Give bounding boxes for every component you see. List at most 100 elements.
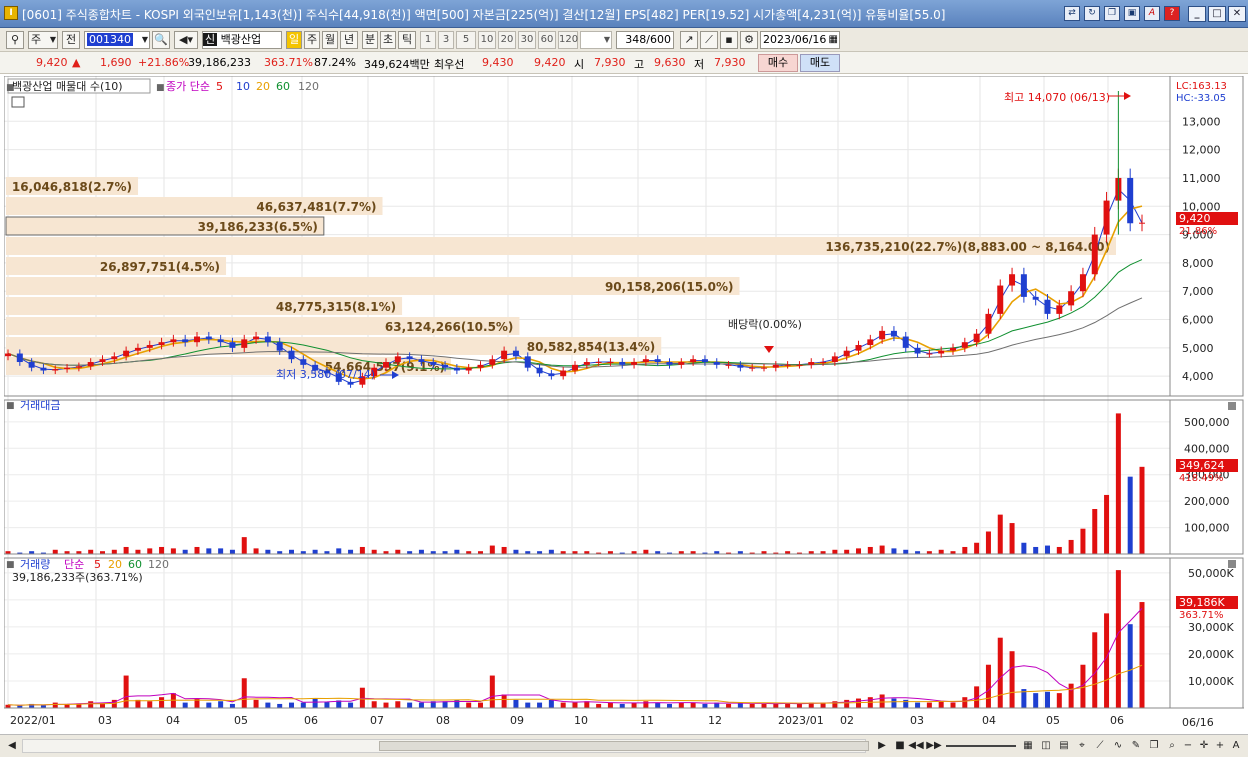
rewind-icon[interactable]: ◀◀ <box>908 738 924 754</box>
dividend-marker <box>764 346 774 353</box>
interval-60[interactable]: 60 <box>538 31 556 49</box>
play-icon[interactable]: ▶ <box>874 738 890 754</box>
calendar-icon[interactable]: ▦ <box>829 32 838 48</box>
volume-profile-label: 63,124,266(10.5%) <box>385 320 514 334</box>
candle-body <box>985 313 992 334</box>
line-tool-icon[interactable]: ⟋ <box>700 31 718 49</box>
chevron-down-icon: ▼ <box>141 35 148 44</box>
best-quote-label: 최우선 <box>434 58 465 71</box>
volume-title: 거래량 <box>20 558 50 571</box>
layout-icon[interactable]: ▤ <box>1056 738 1072 754</box>
stock-name-field[interactable]: 신 백광산업 <box>202 31 282 49</box>
close-button[interactable]: ✕ <box>1228 6 1246 22</box>
amount-bar <box>371 549 377 554</box>
candle-body <box>288 350 295 360</box>
ma-legend-60: 60 <box>276 80 290 93</box>
candle-body <box>170 339 177 343</box>
interval-30[interactable]: 30 <box>518 31 536 49</box>
candle-body <box>595 362 602 364</box>
date-field[interactable]: 2023/06/16 ▦ <box>760 31 840 49</box>
tab-tick[interactable]: 틱 <box>398 31 416 49</box>
plus-icon[interactable]: + <box>1212 738 1228 754</box>
window-icon[interactable]: ❐ <box>1146 738 1162 754</box>
period-select[interactable]: 주 ▼ <box>28 31 58 49</box>
grid-view-icon[interactable]: ▦ <box>1020 738 1036 754</box>
interval-3[interactable]: 3 <box>438 31 454 49</box>
x-axis-label: 03 <box>98 714 112 727</box>
zoom-in-icon[interactable]: ↗ <box>680 31 698 49</box>
interval-1[interactable]: 1 <box>420 31 436 49</box>
screenshot-icon[interactable]: ▣ <box>1124 6 1140 21</box>
restore-layout-icon[interactable]: ❐ <box>1104 6 1120 21</box>
stop-icon[interactable]: ■ <box>892 738 908 754</box>
volume-bar <box>513 699 519 708</box>
custom-interval-select[interactable]: ▼ <box>580 31 612 49</box>
trend-icon[interactable]: ⟋ <box>1092 738 1108 754</box>
horizontal-scrollbar[interactable] <box>22 739 869 753</box>
help-icon[interactable]: ? <box>1164 6 1180 21</box>
candle-body <box>489 359 496 365</box>
minimize-button[interactable]: _ <box>1188 6 1206 22</box>
scroll-left-icon[interactable]: ◀ <box>4 738 20 754</box>
scrollbar-thumb[interactable] <box>379 741 869 751</box>
crosshair-icon[interactable]: ⌖ <box>1074 738 1090 754</box>
x-axis-label: 10 <box>574 714 588 727</box>
tab-second[interactable]: 초 <box>380 31 396 49</box>
amount-bar <box>418 549 424 554</box>
zoom-icon[interactable]: ⌕ <box>1164 738 1180 754</box>
candle-body <box>253 336 260 340</box>
save-icon[interactable]: ▪ <box>720 31 738 49</box>
stock-code-input[interactable]: 001340 ▼ <box>84 31 150 49</box>
volume-bar <box>915 702 921 708</box>
gear-icon[interactable]: ⚙ <box>740 31 758 49</box>
amount-bar <box>218 548 224 554</box>
volume-bar <box>265 702 271 708</box>
draw-icon[interactable]: ✎ <box>1128 738 1144 754</box>
minus-icon[interactable]: − <box>1180 738 1196 754</box>
prev-button[interactable]: 전 <box>62 31 80 49</box>
amount-bar <box>123 546 129 554</box>
candle-body <box>524 356 531 368</box>
wave-icon[interactable]: ∿ <box>1110 738 1126 754</box>
search-icon[interactable]: 🔍 <box>152 31 170 49</box>
tab-week[interactable]: 주 <box>304 31 320 49</box>
text-icon[interactable]: A <box>1228 738 1244 754</box>
fast-forward-icon[interactable]: ▶▶ <box>926 738 942 754</box>
x-axis-label: 04 <box>166 714 180 727</box>
link-icon[interactable]: ⇄ <box>1064 6 1080 21</box>
tab-month[interactable]: 월 <box>322 31 338 49</box>
candle-body <box>300 359 307 365</box>
interval-5[interactable]: 5 <box>456 31 476 49</box>
pin-icon[interactable]: ⚲ <box>6 31 24 49</box>
amount-bar <box>289 549 294 554</box>
interval-120[interactable]: 120 <box>558 31 578 49</box>
split-view-icon[interactable]: ◫ <box>1038 738 1054 754</box>
interval-20[interactable]: 20 <box>498 31 516 49</box>
speaker-icon[interactable]: ◀▾ <box>174 31 198 49</box>
high-annotation: 최고 14,070 (06/13) <box>1004 91 1110 104</box>
stock-chart[interactable]: 16,046,818(2.7%) 46,637,481(7.7%) 39,186,2… <box>4 76 1244 734</box>
move-icon[interactable]: ✛ <box>1196 738 1212 754</box>
bar-count-field[interactable]: 348/600 <box>616 31 674 49</box>
sell-button[interactable]: 매도 <box>800 54 840 72</box>
amount-bar <box>548 549 554 554</box>
volume-bar <box>761 703 767 708</box>
tab-year[interactable]: 년 <box>340 31 358 49</box>
refresh-icon[interactable]: ↻ <box>1084 6 1100 21</box>
buy-button[interactable]: 매수 <box>758 54 798 72</box>
candle-body <box>241 339 248 348</box>
maximize-button[interactable]: □ <box>1208 6 1226 22</box>
volume-bar <box>879 694 885 708</box>
interval-10[interactable]: 10 <box>478 31 496 49</box>
volume-bar <box>726 703 732 708</box>
candle-body <box>442 364 449 368</box>
candle-body <box>902 336 909 348</box>
candle-body <box>52 369 59 371</box>
speed-slider[interactable] <box>946 745 1016 747</box>
volume-profile-label: 26,897,751(4.5%) <box>100 260 220 274</box>
candle-body <box>796 364 803 366</box>
volume-bar <box>796 703 802 708</box>
tab-day[interactable]: 일 <box>286 31 302 49</box>
font-icon[interactable]: A <box>1144 6 1160 21</box>
tab-minute[interactable]: 분 <box>362 31 378 49</box>
